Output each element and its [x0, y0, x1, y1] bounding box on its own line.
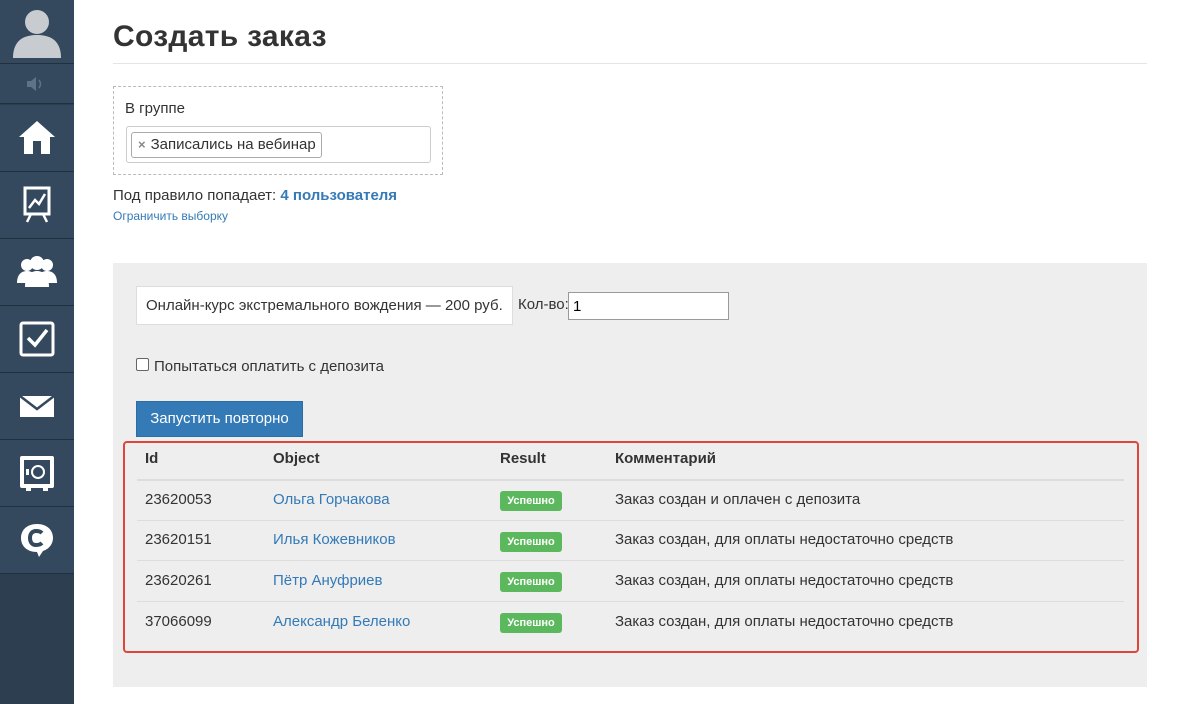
rule-user-count[interactable]: 4 пользователя — [280, 187, 397, 204]
order-panel: Онлайн-курс экстремального вождения — 20… — [113, 263, 1147, 687]
column-header-object: Object — [273, 450, 320, 467]
quantity-input[interactable] — [568, 292, 729, 320]
user-avatar[interactable] — [0, 0, 74, 64]
column-header-result: Result — [500, 450, 546, 467]
row-object-link[interactable]: Пётр Ануфриев — [273, 572, 383, 589]
sidebar-item-users[interactable] — [0, 239, 74, 306]
row-divider — [137, 520, 1124, 521]
home-icon — [19, 121, 55, 154]
product-select[interactable]: Онлайн-курс экстремального вождения — 20… — [136, 286, 513, 325]
chart-icon — [23, 186, 51, 223]
chat-icon — [21, 524, 53, 557]
row-object-link[interactable]: Ольга Горчакова — [273, 491, 390, 508]
quantity-label: Кол-во: — [518, 296, 569, 313]
status-badge: Успешно — [500, 491, 562, 511]
user-silhouette-icon — [13, 10, 61, 58]
row-id: 23620053 — [145, 491, 212, 508]
sidebar-item-chat[interactable] — [0, 507, 74, 574]
sidebar-filler — [0, 574, 74, 704]
row-id: 37066099 — [145, 613, 212, 630]
notifications-toggle[interactable] — [0, 64, 74, 104]
sidebar-item-mail[interactable] — [0, 373, 74, 440]
row-comment: Заказ создан, для оплаты недостаточно ср… — [615, 613, 954, 630]
sidebar-item-tasks[interactable] — [0, 306, 74, 373]
safe-icon — [20, 456, 54, 491]
sidebar-item-stats[interactable] — [0, 172, 74, 239]
deposit-checkbox-label: Попытаться оплатить с депозита — [154, 358, 384, 375]
group-tag: × Записались на вебинар — [131, 132, 322, 158]
limit-selection-link[interactable]: Ограничить выборку — [113, 209, 228, 223]
remove-tag-icon[interactable]: × — [138, 137, 146, 152]
sidebar-item-finance[interactable] — [0, 440, 74, 507]
speaker-icon — [27, 77, 42, 91]
status-badge: Успешно — [500, 613, 562, 633]
deposit-checkbox[interactable] — [136, 358, 149, 371]
sidebar-item-home[interactable] — [0, 105, 74, 172]
row-id: 23620261 — [145, 572, 212, 589]
title-divider — [113, 63, 1147, 64]
page-title: Создать заказ — [113, 20, 327, 53]
rule-summary-text: Под правило попадает: — [113, 187, 281, 204]
group-select-field[interactable]: × Записались на вебинар — [126, 126, 431, 163]
status-badge: Успешно — [500, 572, 562, 592]
group-tag-label: Записались на вебинар — [150, 136, 316, 153]
rerun-button[interactable]: Запустить повторно — [136, 401, 303, 437]
status-badge: Успешно — [500, 532, 562, 552]
column-header-id: Id — [145, 450, 159, 467]
row-object-link[interactable]: Александр Беленко — [273, 613, 410, 630]
row-divider — [137, 560, 1124, 561]
row-comment: Заказ создан, для оплаты недостаточно ср… — [615, 572, 954, 589]
rule-summary: Под правило попадает: 4 пользователя — [113, 187, 397, 204]
users-icon — [17, 256, 57, 287]
results-table: Id Object Result Комментарий 23620053 Ол… — [123, 441, 1139, 653]
row-id: 23620151 — [145, 531, 212, 548]
column-header-comment: Комментарий — [615, 450, 717, 467]
row-object-link[interactable]: Илья Кожевников — [273, 531, 396, 548]
row-comment: Заказ создан, для оплаты недостаточно ср… — [615, 531, 954, 548]
row-comment: Заказ создан и оплачен с депозита — [615, 491, 861, 508]
group-filter-label: В группе — [125, 100, 185, 117]
row-divider — [137, 601, 1124, 602]
mail-icon — [19, 395, 55, 417]
header-divider — [137, 479, 1124, 481]
group-filter-box: В группе × Записались на вебинар — [113, 86, 443, 175]
sidebar — [0, 0, 74, 704]
tasks-icon — [19, 321, 55, 357]
